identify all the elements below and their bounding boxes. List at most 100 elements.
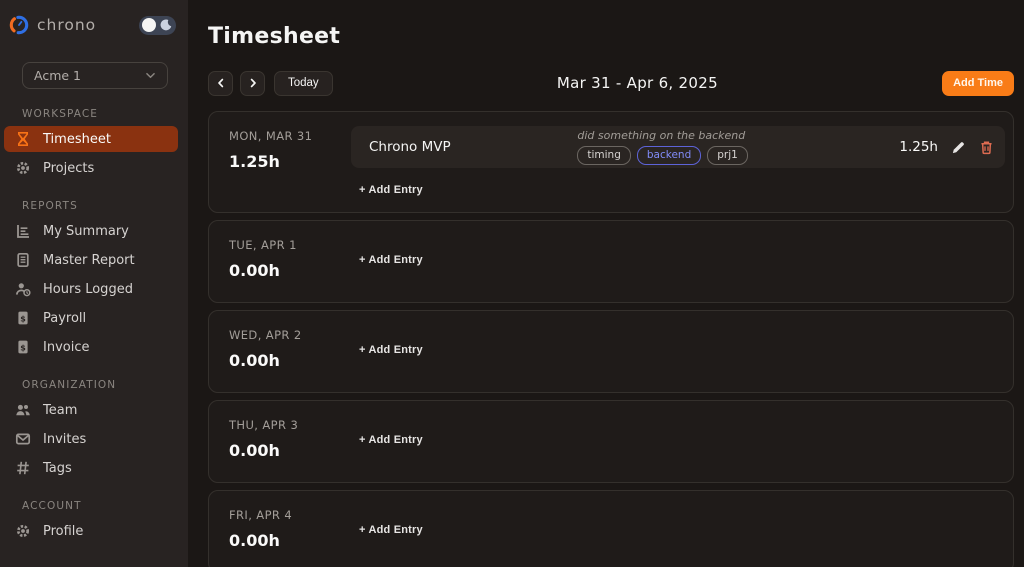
- sidebar-item-tags[interactable]: Tags: [4, 455, 178, 481]
- chevron-right-icon: [247, 77, 259, 89]
- day-date: FRI, APR 4: [229, 508, 293, 522]
- day-date: WED, APR 2: [229, 328, 302, 342]
- sidebar-item-payroll[interactable]: Payroll: [4, 305, 178, 331]
- date-range: Mar 31 - Apr 6, 2025: [556, 74, 718, 92]
- add-entry-button[interactable]: + Add Entry: [359, 184, 423, 196]
- today-button[interactable]: Today: [274, 70, 333, 96]
- sidebar-item-label: Profile: [43, 523, 84, 539]
- page-title: Timesheet: [208, 24, 341, 49]
- sidebar-item-label: My Summary: [43, 223, 129, 239]
- chrono-logo-icon: [8, 14, 30, 36]
- workspace-select-value: Acme 1: [34, 68, 81, 83]
- hourglass-icon: [15, 131, 31, 147]
- chart-icon: [15, 223, 31, 239]
- chevron-down-icon: [144, 69, 157, 82]
- day-card: WED, APR 2 0.00h + Add Entry: [208, 310, 1014, 393]
- entry-tags: timing backend prj1: [577, 146, 899, 165]
- day-list: MON, MAR 31 1.25h Chrono MVP did somethi…: [208, 111, 1014, 567]
- tag-pill[interactable]: prj1: [707, 146, 748, 165]
- day-summary: FRI, APR 4 0.00h: [209, 491, 351, 567]
- tag-pill[interactable]: timing: [577, 146, 631, 165]
- day-entries: + Add Entry: [351, 401, 1013, 482]
- entry-description: did something on the backend: [577, 129, 746, 143]
- day-entries: + Add Entry: [351, 311, 1013, 392]
- app-window: chrono Acme 1 WORKSPACE Timesheet Projec…: [0, 0, 1024, 567]
- user-clock-icon: [15, 281, 31, 297]
- section-label-account: ACCOUNT: [22, 500, 82, 512]
- add-entry-button[interactable]: + Add Entry: [359, 524, 423, 536]
- sidebar-item-label: Timesheet: [43, 131, 111, 147]
- day-total-hours: 0.00h: [229, 261, 280, 280]
- sidebar-item-timesheet[interactable]: Timesheet: [4, 126, 178, 152]
- theme-toggle-thumb: [142, 18, 156, 32]
- section-label-workspace: WORKSPACE: [22, 108, 99, 120]
- hash-icon: [15, 460, 31, 476]
- workspace-select[interactable]: Acme 1: [22, 62, 168, 89]
- file-dollar-icon: [15, 310, 31, 326]
- day-entries: Chrono MVP did something on the backend …: [351, 112, 1013, 212]
- day-total-hours: 1.25h: [229, 152, 280, 171]
- day-date: TUE, APR 1: [229, 238, 297, 252]
- entry-meta: did something on the backend timing back…: [577, 129, 899, 165]
- sidebar-item-invites[interactable]: Invites: [4, 426, 178, 452]
- day-total-hours: 0.00h: [229, 441, 280, 460]
- edit-entry-button[interactable]: [951, 140, 966, 155]
- trash-icon: [979, 140, 994, 155]
- sidebar-item-hours-logged[interactable]: Hours Logged: [4, 276, 178, 302]
- time-entry-row[interactable]: Chrono MVP did something on the backend …: [351, 126, 1005, 168]
- delete-entry-button[interactable]: [979, 140, 994, 155]
- entry-duration: 1.25h: [899, 139, 938, 155]
- day-card: FRI, APR 4 0.00h + Add Entry: [208, 490, 1014, 567]
- report-icon: [15, 252, 31, 268]
- pencil-icon: [951, 140, 966, 155]
- sidebar-item-label: Hours Logged: [43, 281, 133, 297]
- day-date: MON, MAR 31: [229, 129, 313, 143]
- sidebar: chrono Acme 1 WORKSPACE Timesheet Projec…: [0, 0, 188, 567]
- toolbar: Today Mar 31 - Apr 6, 2025 Add Time: [208, 70, 1014, 96]
- day-date: THU, APR 3: [229, 418, 299, 432]
- day-entries: + Add Entry: [351, 221, 1013, 302]
- sidebar-item-label: Payroll: [43, 310, 87, 326]
- day-total-hours: 0.00h: [229, 531, 280, 550]
- logo-row: chrono: [0, 10, 188, 38]
- prev-week-button[interactable]: [208, 70, 233, 96]
- chevron-left-icon: [215, 77, 227, 89]
- tag-pill[interactable]: backend: [636, 146, 702, 165]
- gear-icon: [15, 160, 31, 176]
- add-time-button[interactable]: Add Time: [942, 70, 1014, 96]
- day-summary: WED, APR 2 0.00h: [209, 311, 351, 392]
- moon-icon: [159, 18, 173, 32]
- sidebar-item-profile[interactable]: Profile: [4, 518, 178, 544]
- sidebar-item-label: Team: [43, 402, 78, 418]
- day-summary: THU, APR 3 0.00h: [209, 401, 351, 482]
- entry-project-name: Chrono MVP: [369, 139, 451, 155]
- add-entry-button[interactable]: + Add Entry: [359, 434, 423, 446]
- day-summary: TUE, APR 1 0.00h: [209, 221, 351, 302]
- sidebar-item-my-summary[interactable]: My Summary: [4, 218, 178, 244]
- sidebar-item-master-report[interactable]: Master Report: [4, 247, 178, 273]
- sidebar-item-label: Invites: [43, 431, 87, 447]
- add-entry-button[interactable]: + Add Entry: [359, 254, 423, 266]
- day-card: MON, MAR 31 1.25h Chrono MVP did somethi…: [208, 111, 1014, 213]
- sidebar-item-label: Tags: [43, 460, 72, 476]
- day-total-hours: 0.00h: [229, 351, 280, 370]
- entry-actions: 1.25h: [899, 139, 1005, 155]
- day-card: THU, APR 3 0.00h + Add Entry: [208, 400, 1014, 483]
- main-content: Timesheet Today Mar 31 - Apr 6, 2025 Add…: [188, 0, 1024, 567]
- sidebar-item-label: Invoice: [43, 339, 90, 355]
- day-entries: + Add Entry: [351, 491, 1013, 567]
- day-card: TUE, APR 1 0.00h + Add Entry: [208, 220, 1014, 303]
- users-icon: [15, 402, 31, 418]
- sidebar-item-label: Projects: [43, 160, 95, 176]
- day-summary: MON, MAR 31 1.25h: [209, 112, 351, 212]
- sidebar-item-invoice[interactable]: Invoice: [4, 334, 178, 360]
- add-entry-button[interactable]: + Add Entry: [359, 344, 423, 356]
- brand-name: chrono: [37, 16, 97, 34]
- sidebar-item-projects[interactable]: Projects: [4, 155, 178, 181]
- sidebar-item-team[interactable]: Team: [4, 397, 178, 423]
- theme-toggle[interactable]: [139, 15, 176, 35]
- section-label-organization: ORGANIZATION: [22, 379, 117, 391]
- file-dollar-icon: [15, 339, 31, 355]
- next-week-button[interactable]: [240, 70, 265, 96]
- gear-icon: [15, 523, 31, 539]
